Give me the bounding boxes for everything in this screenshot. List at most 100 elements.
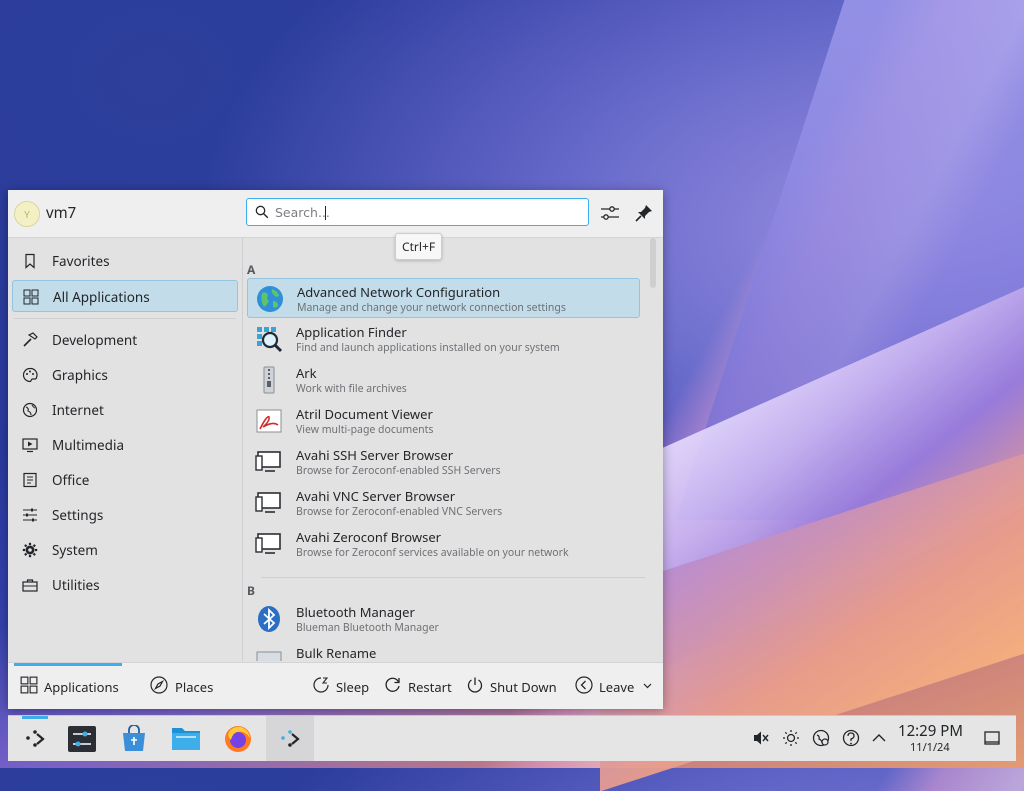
bookmark-icon: [25, 253, 35, 269]
hammer-icon: [23, 332, 38, 347]
sidebar-item-system[interactable]: System: [12, 534, 238, 566]
tab-places[interactable]: Places: [150, 676, 220, 696]
grid-icon: [20, 676, 38, 694]
clock-date[interactable]: 11/1/24: [910, 740, 950, 755]
sidebar-item-label: Development: [52, 331, 138, 349]
sidebar-item-graphics[interactable]: Graphics: [12, 359, 238, 391]
toolbox-icon: [22, 579, 38, 592]
sidebar-item-label: Favorites: [52, 252, 110, 270]
app-description: Work with file archives: [296, 382, 407, 396]
list-item[interactable]: Application Finder Find and launch appli…: [247, 319, 640, 359]
compass-icon: [150, 676, 168, 694]
restart-icon: [385, 677, 400, 692]
computer-icon: [255, 533, 281, 554]
restart-button[interactable]: Restart: [384, 676, 456, 696]
brightness-icon[interactable]: [782, 729, 800, 747]
sidebar-item-internet[interactable]: Internet: [12, 394, 238, 426]
taskbar-firefox[interactable]: [214, 716, 262, 761]
list-item[interactable]: Bulk Rename: [247, 640, 640, 661]
tab-applications[interactable]: Applications: [20, 676, 130, 696]
pin-icon[interactable]: [632, 201, 656, 225]
tab-label: Applications: [44, 678, 119, 696]
system-settings-icon: [68, 726, 96, 752]
app-name: Application Finder: [296, 323, 407, 341]
list-item[interactable]: Advanced Network Configuration Manage an…: [247, 278, 640, 318]
search-icon: [255, 205, 269, 219]
network-globe-icon: [257, 286, 283, 312]
sidebar-item-label: Office: [52, 471, 90, 489]
chevron-up-icon[interactable]: [870, 729, 888, 747]
app-name: Ark: [296, 364, 317, 382]
configure-sliders-icon[interactable]: [598, 201, 622, 225]
sidebar-item-settings[interactable]: Settings: [12, 499, 238, 531]
taskbar-discover[interactable]: [110, 716, 158, 761]
pdf-viewer-icon: [256, 409, 282, 433]
application-launcher: Y vm7 Ctrl+F Favorites: [8, 190, 663, 709]
avatar[interactable]: Y: [14, 201, 40, 227]
sidebar-item-utilities[interactable]: Utilities: [12, 569, 238, 601]
leave-button[interactable]: Leave: [575, 676, 655, 696]
sidebar-item-label: Internet: [52, 401, 104, 419]
show-desktop-icon[interactable]: [983, 729, 1001, 747]
network-icon[interactable]: [812, 729, 830, 747]
app-name: Atril Document Viewer: [296, 405, 433, 423]
computer-icon: [255, 451, 281, 472]
computer-icon: [255, 492, 281, 513]
app-finder-icon: [257, 327, 283, 353]
taskbar-launcher-task[interactable]: [266, 716, 314, 761]
sidebar-item-label: All Applications: [53, 288, 150, 306]
list-item[interactable]: Ark Work with file archives: [247, 360, 640, 400]
taskbar-file-manager[interactable]: [162, 716, 210, 761]
sleep-button[interactable]: Sleep: [312, 676, 372, 696]
sidebar-item-label: Graphics: [52, 366, 108, 384]
list-item[interactable]: Avahi SSH Server Browser Browse for Zero…: [247, 442, 640, 482]
launcher-button[interactable]: [10, 716, 58, 761]
sidebar-item-all-applications[interactable]: All Applications: [12, 280, 238, 312]
list-item[interactable]: Atril Document Viewer View multi-page do…: [247, 401, 640, 441]
sidebar-item-office[interactable]: Office: [12, 464, 238, 496]
app-name: Advanced Network Configuration: [297, 283, 501, 301]
sidebar-item-multimedia[interactable]: Multimedia: [12, 429, 238, 461]
shutdown-button[interactable]: Shut Down: [466, 676, 562, 696]
section-header: A: [247, 261, 256, 278]
list-item[interactable]: Bluetooth Manager Blueman Bluetooth Mana…: [247, 599, 640, 639]
app-description: Manage and change your network connectio…: [297, 301, 566, 315]
scrollbar[interactable]: [650, 238, 656, 288]
volume-muted-icon[interactable]: [752, 729, 770, 747]
app-description: Find and launch applications installed o…: [296, 341, 560, 355]
palette-icon: [22, 367, 38, 383]
archive-icon: [263, 366, 275, 394]
text-cursor: [325, 206, 326, 220]
update-notifier-icon[interactable]: [842, 729, 860, 747]
multimedia-icon: [22, 438, 38, 453]
search-box[interactable]: [246, 198, 589, 226]
list-item[interactable]: Avahi Zeroconf Browser Browse for Zeroco…: [247, 524, 640, 564]
launcher-footer: Applications Places Sleep Restart Shut D…: [8, 662, 663, 709]
active-tab-indicator: [14, 663, 122, 666]
launcher-icon: [281, 730, 300, 747]
sidebar-item-favorites[interactable]: Favorites: [12, 245, 238, 277]
search-input[interactable]: [275, 203, 575, 221]
button-label: Leave: [599, 678, 635, 696]
taskbar-system-settings[interactable]: [58, 716, 106, 761]
sliders-icon: [23, 508, 37, 522]
button-label: Sleep: [336, 678, 370, 696]
document-icon: [23, 472, 37, 488]
taskbar: 12:29 PM 11/1/24: [8, 715, 1016, 761]
app-description: Browse for Zeroconf-enabled VNC Servers: [296, 505, 503, 519]
list-item[interactable]: Avahi VNC Server Browser Browse for Zero…: [247, 483, 640, 523]
button-label: Restart: [408, 678, 452, 696]
app-description: View multi-page documents: [296, 423, 434, 437]
firefox-icon: [225, 726, 251, 752]
button-label: Shut Down: [490, 678, 557, 696]
power-icon: [467, 677, 483, 693]
folder-icon: [172, 728, 200, 750]
search-shortcut-tooltip: Ctrl+F: [395, 233, 443, 260]
sidebar-item-development[interactable]: Development: [12, 324, 238, 356]
divider: [261, 577, 645, 578]
clock-time[interactable]: 12:29 PM: [898, 721, 963, 741]
grid-icon: [23, 289, 39, 305]
divider: [14, 318, 236, 319]
category-sidebar: Favorites All Applications Development G…: [8, 238, 243, 661]
chevron-down-icon: [643, 683, 652, 689]
